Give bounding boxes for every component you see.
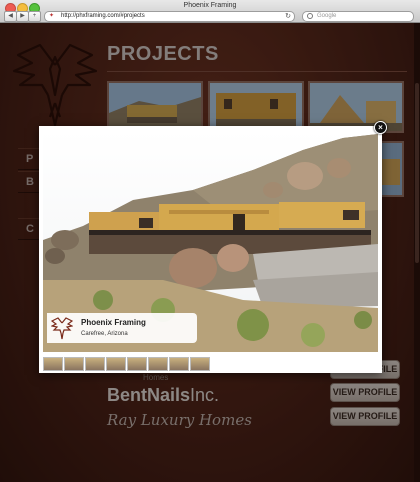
filmstrip-thumbnail[interactable] [148, 357, 168, 371]
caption-location: Carefree, Arizona [81, 331, 128, 337]
lightbox-close-button[interactable]: × [374, 121, 387, 134]
filmstrip-thumbnail[interactable] [190, 357, 210, 371]
site-favicon-icon: ✦ [49, 13, 55, 19]
photo-caption: Phoenix Framing Carefree, Arizona [47, 313, 197, 343]
url-text: http://phxframing.com/#projects [61, 13, 145, 19]
filmstrip-thumbnail[interactable] [85, 357, 105, 371]
lightbox: Phoenix Framing Carefree, Arizona [39, 126, 382, 373]
filmstrip-thumbnail[interactable] [127, 357, 147, 371]
add-bookmark-button[interactable]: + [28, 11, 41, 22]
search-placeholder: Google [317, 13, 337, 19]
caption-company-name: Phoenix Framing [81, 318, 146, 327]
url-field[interactable]: ✦ http://phxframing.com/#projects ↻ [44, 11, 295, 22]
filmstrip-thumbnail[interactable] [169, 357, 189, 371]
window-title: Phoenix Framing [183, 2, 237, 9]
phoenix-caption-logo-icon [50, 316, 74, 340]
filmstrip-thumbnail[interactable] [64, 357, 84, 371]
browser-toolbar: ◀ ▶ + ✦ http://phxframing.com/#projects … [0, 10, 420, 23]
filmstrip-thumbnail[interactable] [43, 357, 63, 371]
search-input[interactable]: Google [302, 11, 414, 22]
filmstrip-thumbnail[interactable] [106, 357, 126, 371]
reload-icon[interactable]: ↻ [285, 12, 291, 21]
search-icon [307, 13, 313, 19]
